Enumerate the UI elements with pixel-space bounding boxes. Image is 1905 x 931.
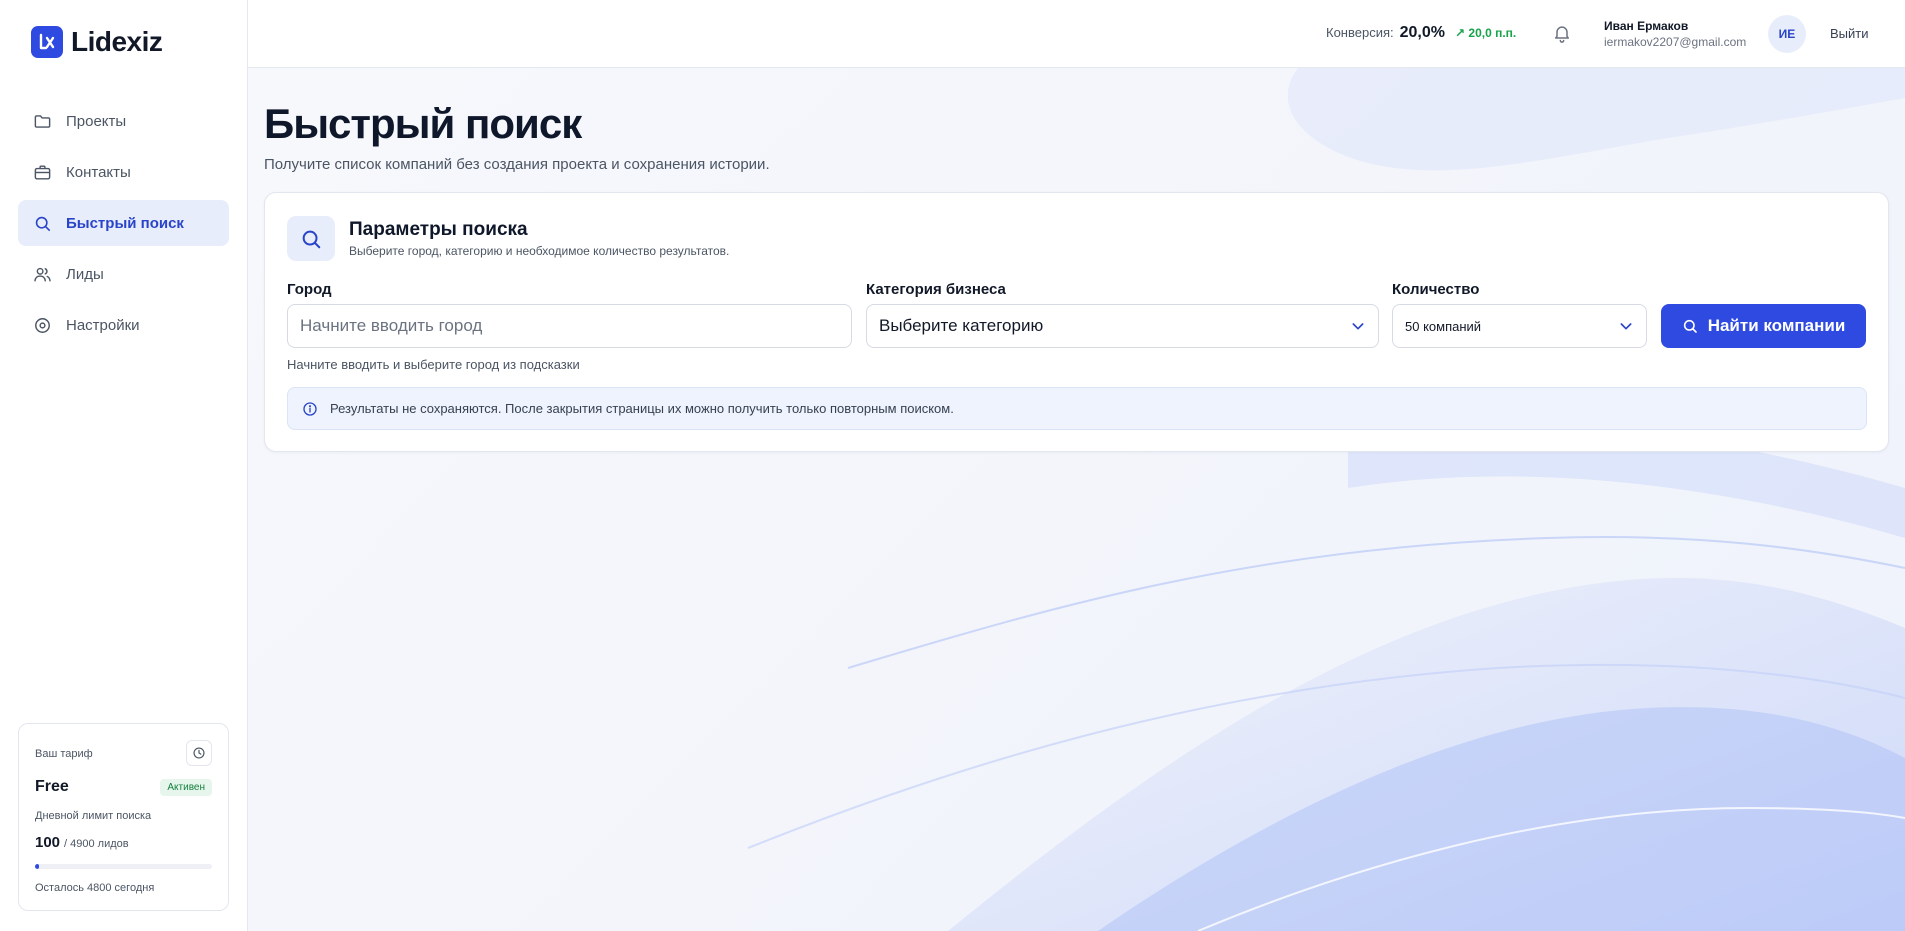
sidebar-item-label: Проекты xyxy=(66,112,127,130)
plan-name: Free xyxy=(35,778,69,795)
sidebar-item-label: Быстрый поиск xyxy=(66,214,184,232)
city-input[interactable] xyxy=(287,304,852,348)
search-icon xyxy=(1683,319,1697,333)
notice-text: Результаты не сохраняются. После закрыти… xyxy=(330,401,954,416)
sidebar-item-label: Настройки xyxy=(66,316,140,334)
plan-progress-bar xyxy=(35,864,212,869)
search-icon xyxy=(287,216,335,261)
card-subtitle: Выберите город, категорию и необходимое … xyxy=(349,244,730,258)
count-label: Количество xyxy=(1392,281,1480,298)
sidebar-item-label: Контакты xyxy=(66,163,131,181)
sidebar-item-settings[interactable]: Настройки xyxy=(18,302,229,348)
sidebar: Lidexiz Проекты Контакты Быстрый поиск Л… xyxy=(0,0,248,931)
settings-icon xyxy=(32,315,52,335)
bell-icon[interactable] xyxy=(1552,23,1572,43)
plan-used: 100 xyxy=(35,834,61,851)
category-label: Категория бизнеса xyxy=(866,281,1006,298)
sidebar-item-contacts[interactable]: Контакты xyxy=(18,149,229,195)
info-notice: Результаты не сохраняются. После закрыти… xyxy=(287,387,1867,430)
sidebar-item-leads[interactable]: Лиды xyxy=(18,251,229,297)
logo-icon xyxy=(31,26,63,58)
count-select[interactable]: 50 компаний xyxy=(1392,304,1647,348)
sidebar-item-label: Лиды xyxy=(66,265,104,283)
plan-limit-label: Дневной лимит поиска xyxy=(35,810,152,822)
plan-card: Ваш тариф Free Активен Дневной лимит пои… xyxy=(18,723,229,911)
user-info[interactable]: Иван Ермаков iermakov2207@gmail.com xyxy=(1604,19,1746,49)
brand-name: Lidexiz xyxy=(71,26,163,57)
plan-caption: Ваш тариф xyxy=(35,748,93,760)
search-icon xyxy=(32,213,52,233)
conversion-value: 20,0% xyxy=(1399,24,1445,41)
user-name: Иван Ермаков xyxy=(1604,19,1689,33)
info-icon xyxy=(303,401,317,416)
plan-progress-fill xyxy=(35,864,39,869)
clock-icon xyxy=(193,747,205,759)
conversion-label: Конверсия: xyxy=(1326,25,1394,40)
card-title: Параметры поиска xyxy=(349,219,528,240)
chevron-down-icon xyxy=(1620,323,1632,330)
page-title: Быстрый поиск xyxy=(264,100,582,147)
sidebar-item-quick-search[interactable]: Быстрый поиск xyxy=(18,200,229,246)
page-subtitle: Получите список компаний без создания пр… xyxy=(264,156,770,173)
users-icon xyxy=(32,264,52,284)
plan-remaining: Осталось 4800 сегодня xyxy=(35,882,155,894)
category-value: Выберите категорию xyxy=(879,316,1044,335)
logout-button[interactable]: Выйти xyxy=(1830,26,1869,41)
plan-status-badge: Активен xyxy=(160,779,212,796)
user-email: iermakov2207@gmail.com xyxy=(1604,35,1747,49)
find-companies-button[interactable]: Найти компании xyxy=(1661,304,1866,348)
logo[interactable]: Lidexiz xyxy=(31,26,163,58)
category-select[interactable]: Выберите категорию xyxy=(866,304,1379,348)
main-content: Быстрый поиск Получите список компаний б… xyxy=(248,68,1905,931)
sidebar-nav: Проекты Контакты Быстрый поиск Лиды Наст… xyxy=(18,98,229,353)
sidebar-item-projects[interactable]: Проекты xyxy=(18,98,229,144)
city-label: Город xyxy=(287,281,332,298)
city-hint: Начните вводить и выберите город из подс… xyxy=(287,357,580,372)
conversion-delta: ↗ 20,0 п.п. xyxy=(1455,26,1517,40)
conversion-stat: Конверсия: 20,0% ↗ 20,0 п.п. xyxy=(1326,24,1516,42)
plan-total: / 4900 лидов xyxy=(64,838,129,850)
chevron-down-icon xyxy=(1352,323,1364,330)
briefcase-icon xyxy=(32,162,52,182)
plan-history-button[interactable] xyxy=(186,740,212,766)
folder-icon xyxy=(32,111,52,131)
count-value: 50 компаний xyxy=(1405,318,1482,334)
search-params-card: Параметры поиска Выберите город, категор… xyxy=(264,192,1889,452)
avatar[interactable]: ИЕ xyxy=(1768,15,1806,53)
top-header: Конверсия: 20,0% ↗ 20,0 п.п. Иван Ермако… xyxy=(248,0,1905,68)
find-button-label: Найти компании xyxy=(1707,316,1846,335)
plan-usage: 100 / 4900 лидов xyxy=(35,834,129,851)
